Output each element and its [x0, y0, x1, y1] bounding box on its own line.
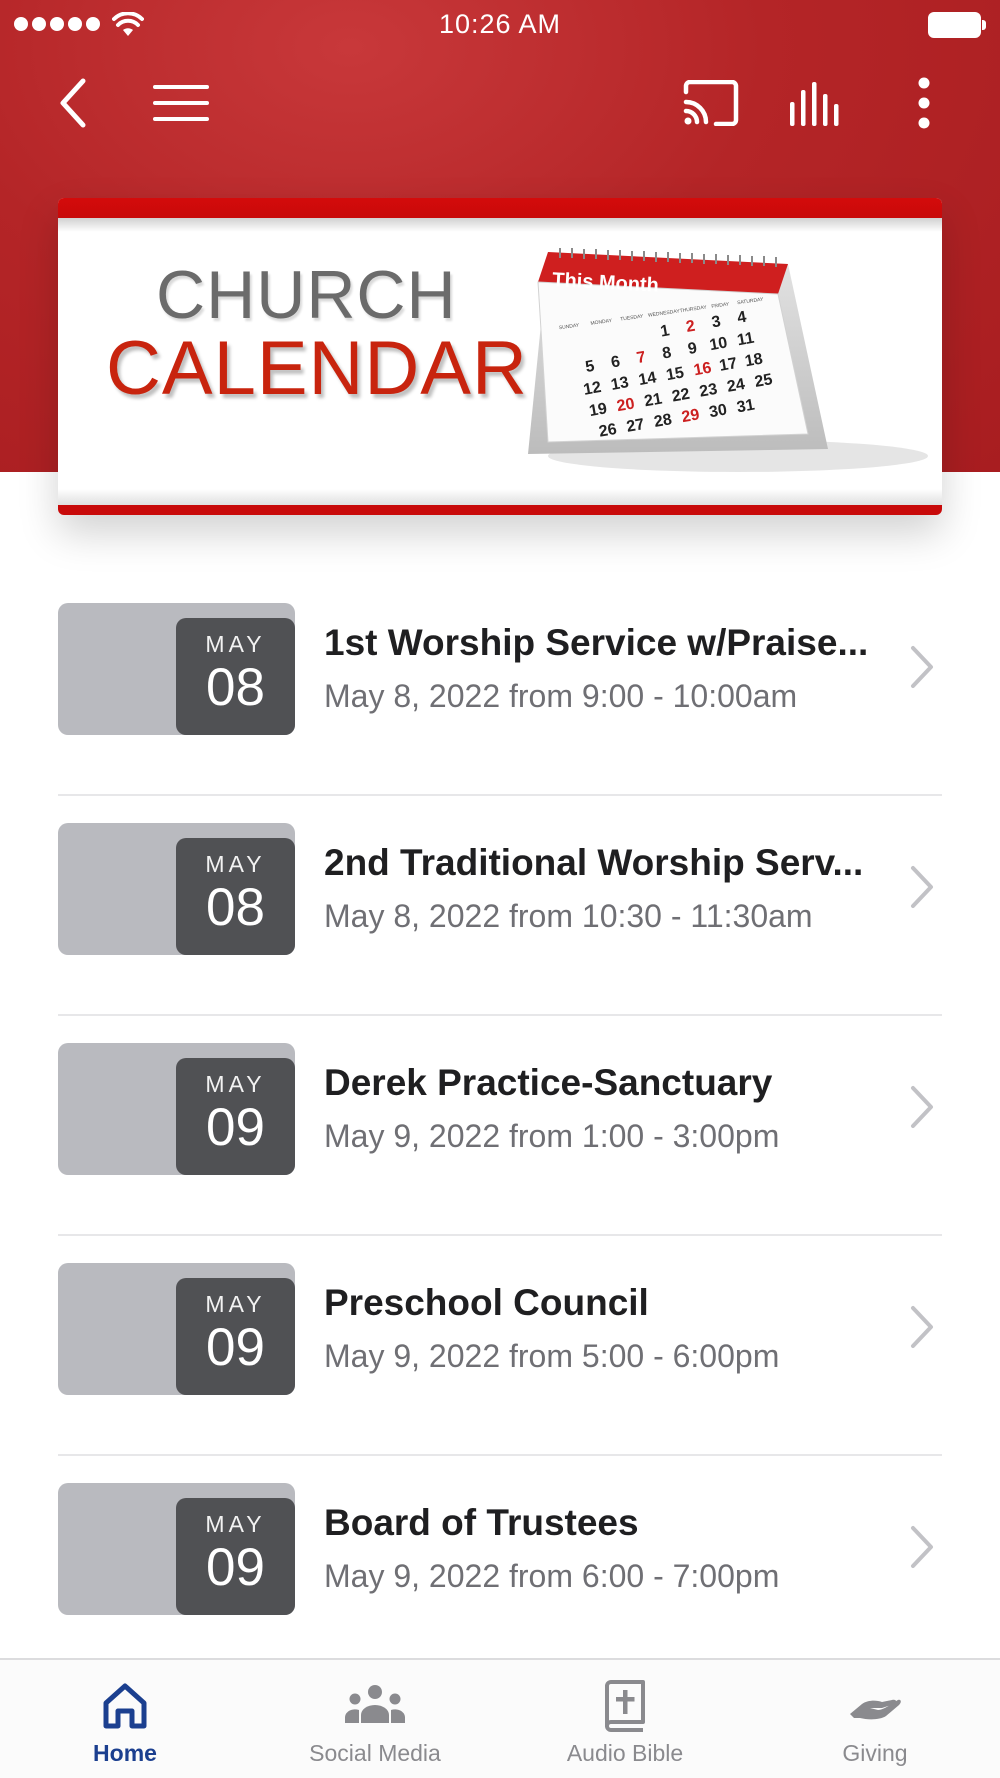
event-title: 2nd Traditional Worship Serv... [324, 842, 864, 883]
tab-label: Social Media [309, 1740, 441, 1766]
date-badge-inner: MAY 09 [176, 1498, 295, 1615]
calendar-date: 16 [692, 359, 713, 379]
event-datetime: May 8, 2022 from 9:00 - 10:00am [324, 678, 798, 714]
tab-social-media[interactable]: Social Media [250, 1660, 500, 1778]
church-calendar-banner: CHURCH CALENDAR This Month SUNDAY MONDAY… [58, 198, 942, 515]
calendar-date: 10 [708, 334, 729, 354]
tab-home[interactable]: Home [0, 1660, 250, 1778]
event-datetime: May 9, 2022 from 6:00 - 7:00pm [324, 1558, 780, 1594]
calendar-date: 29 [680, 406, 701, 426]
event-month: MAY [205, 1071, 266, 1097]
tab-label: Audio Bible [566, 1740, 684, 1766]
calendar-date: 24 [726, 376, 747, 396]
date-badge-inner: MAY 08 [176, 618, 295, 735]
calendar-date: 20 [615, 395, 636, 415]
event-row[interactable]: MAY 09 Board of Trustees May 9, 2022 fro… [58, 1456, 942, 1676]
tab-label: Giving [842, 1740, 908, 1766]
audio-button[interactable] [786, 72, 848, 134]
date-badge: MAY 09 [58, 1263, 295, 1395]
date-badge: MAY 08 [58, 603, 295, 735]
event-month: MAY [205, 1291, 266, 1317]
calendar-date: 21 [643, 391, 664, 411]
event-title: Preschool Council [324, 1282, 649, 1323]
calendar-date: 18 [744, 350, 765, 370]
date-badge: MAY 09 [58, 1483, 295, 1615]
calendar-date: 28 [653, 411, 674, 431]
home-icon [93, 1678, 157, 1734]
event-row[interactable]: MAY 08 2nd Traditional Worship Serv... M… [58, 796, 942, 1016]
calendar-date: 13 [610, 374, 631, 394]
banner-top-stripe [58, 198, 942, 232]
cast-icon [683, 80, 739, 126]
chevron-right-icon [902, 1302, 942, 1352]
calendar-date: 14 [637, 369, 658, 389]
event-month: MAY [205, 631, 266, 657]
event-datetime: May 8, 2022 from 10:30 - 11:30am [324, 898, 813, 934]
event-day: 09 [206, 1538, 265, 1597]
event-month: MAY [205, 1511, 266, 1537]
banner-title-line2: CALENDAR [106, 326, 528, 411]
event-row[interactable]: MAY 08 1st Worship Service w/Praise... M… [58, 576, 942, 796]
event-day: 08 [206, 658, 265, 717]
date-badge: MAY 08 [58, 823, 295, 955]
calendar-date: 23 [698, 381, 719, 401]
giving-hand-icon [843, 1678, 907, 1734]
calendar-date: 27 [625, 416, 646, 436]
battery-icon [928, 12, 986, 38]
calendar-date: 17 [718, 355, 739, 375]
event-title: 1st Worship Service w/Praise... [324, 622, 869, 663]
hamburger-menu-icon [153, 85, 209, 121]
status-time: 10:26 AM [438, 9, 562, 39]
date-badge-inner: MAY 08 [176, 838, 295, 955]
calendar-date: 30 [708, 401, 729, 421]
event-day: 08 [206, 878, 265, 937]
tab-label: Home [93, 1740, 157, 1766]
chevron-right-icon [902, 1522, 942, 1572]
chevron-right-icon [902, 862, 942, 912]
event-title: Board of Trustees [324, 1502, 639, 1543]
banner-title-line1: CHURCH [156, 257, 457, 333]
cast-button[interactable] [680, 72, 742, 134]
event-datetime: May 9, 2022 from 1:00 - 3:00pm [324, 1118, 780, 1154]
banner-bottom-stripe [58, 489, 942, 515]
calendar-date: 25 [753, 371, 774, 391]
chevron-right-icon [902, 642, 942, 692]
event-day: 09 [206, 1318, 265, 1377]
back-button[interactable] [42, 72, 104, 134]
status-bar: 10:26 AM [0, 0, 1000, 50]
calendar-date: 12 [582, 379, 603, 399]
chevron-right-icon [902, 1082, 942, 1132]
tab-audio-bible[interactable]: Audio Bible [500, 1660, 750, 1778]
date-badge-inner: MAY 09 [176, 1058, 295, 1175]
people-group-icon [343, 1678, 407, 1734]
calendar-date: 15 [665, 364, 686, 384]
event-title: Derek Practice-Sanctuary [324, 1062, 773, 1103]
more-options-button[interactable] [893, 72, 955, 134]
event-list: MAY 08 1st Worship Service w/Praise... M… [58, 576, 942, 1676]
tab-giving[interactable]: Giving [750, 1660, 1000, 1778]
calendar-date: 11 [736, 330, 756, 350]
event-row[interactable]: MAY 09 Derek Practice-Sanctuary May 9, 2… [58, 1016, 942, 1236]
chevron-left-icon [60, 78, 86, 128]
calendar-date: 26 [598, 421, 619, 441]
event-month: MAY [205, 851, 266, 877]
bottom-tab-bar: Home Social Media Audio Bible Giving [0, 1658, 1000, 1778]
menu-button[interactable] [150, 72, 212, 134]
calendar-date: 22 [671, 386, 692, 406]
calendar-date: 31 [735, 397, 756, 417]
desk-calendar-illustration: This Month SUNDAY MONDAY TUESDAY WEDNESD… [528, 248, 928, 472]
event-row[interactable]: MAY 09 Preschool Council May 9, 2022 fro… [58, 1236, 942, 1456]
date-badge-inner: MAY 09 [176, 1278, 295, 1395]
event-datetime: May 9, 2022 from 5:00 - 6:00pm [324, 1338, 780, 1374]
event-day: 09 [206, 1098, 265, 1157]
bible-book-icon [593, 1678, 657, 1734]
audio-bars-icon [790, 82, 839, 126]
date-badge: MAY 09 [58, 1043, 295, 1175]
more-vertical-icon [918, 77, 930, 129]
calendar-date: 19 [588, 400, 609, 420]
